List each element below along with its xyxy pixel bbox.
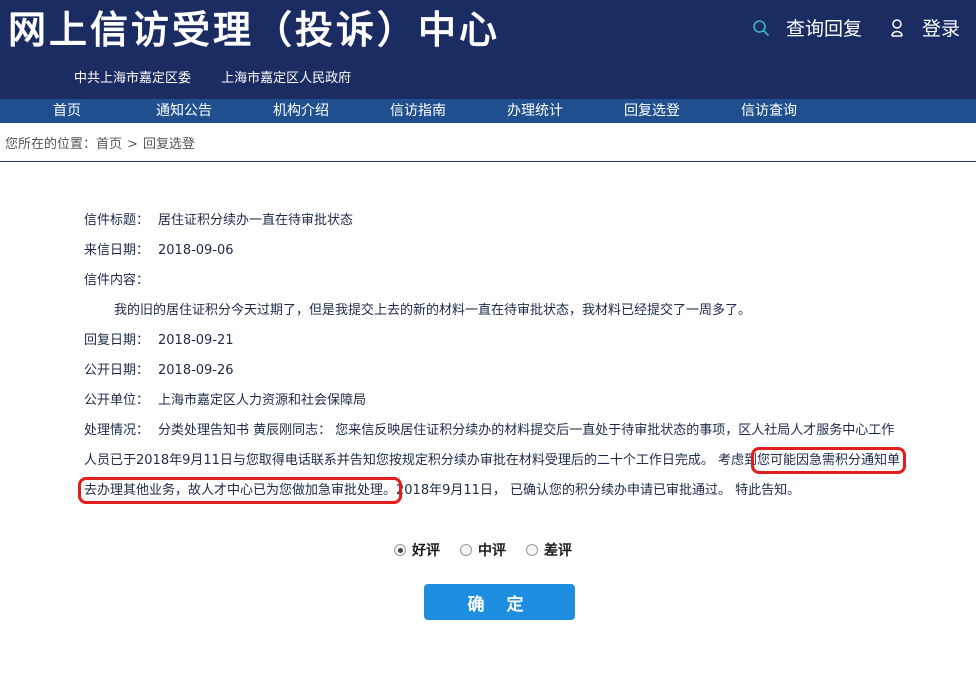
letter-title: 居住证积分续办一直在待审批状态: [158, 213, 354, 228]
organizer-district-government: 上海市嘉定区人民政府: [221, 71, 352, 86]
nav-item-statistics[interactable]: 办理统计: [507, 99, 563, 123]
rating-group: 好评 中评 差评: [394, 540, 592, 560]
rating-good-label: 好评: [412, 543, 440, 559]
nav-item-notices[interactable]: 通知公告: [156, 99, 212, 123]
rating-option-average[interactable]: 中评: [460, 540, 506, 560]
search-icon: [750, 17, 772, 39]
public-unit-label: 公开单位：: [84, 393, 150, 408]
breadcrumb-separator: >: [127, 137, 138, 152]
confirm-button[interactable]: 确 定: [424, 584, 575, 620]
rating-option-good[interactable]: 好评: [394, 540, 440, 560]
nav-item-home[interactable]: 首页: [53, 99, 81, 123]
letter-content-label: 信件内容：: [84, 273, 150, 288]
breadcrumb-divider: [0, 161, 976, 162]
login-label: 登录: [921, 18, 960, 40]
reply-date: 2018-09-21: [158, 333, 234, 348]
radio-poor[interactable]: [526, 544, 538, 556]
organizer-district-committee: 中共上海市嘉定区委: [74, 71, 192, 86]
public-date-row: 公开日期： 2018-09-26: [84, 356, 904, 386]
handling-label: 处理情况：: [84, 423, 150, 438]
letter-date-label: 来信日期：: [84, 243, 150, 258]
user-icon: [886, 17, 908, 39]
organizer-list: 中共上海市嘉定区委 上海市嘉定区人民政府: [74, 67, 377, 86]
radio-good[interactable]: [394, 544, 406, 556]
site-title: 网上信访受理（投诉）中心: [8, 8, 501, 52]
letter-detail: 信件标题： 居住证积分续办一直在待审批状态 来信日期： 2018-09-06 信件内…: [77, 206, 907, 506]
site-header: 网上信访受理（投诉）中心 中共上海市嘉定区委 上海市嘉定区人民政府 查询回复 登…: [0, 0, 976, 99]
rating-poor-label: 差评: [544, 543, 572, 559]
reply-date-label: 回复日期：: [84, 333, 150, 348]
nav-item-query[interactable]: 信访查询: [741, 99, 797, 123]
letter-date: 2018-09-06: [158, 243, 234, 258]
login-link[interactable]: 登录: [886, 14, 960, 41]
letter-date-row: 来信日期： 2018-09-06: [84, 236, 904, 266]
breadcrumb-home[interactable]: 首页: [96, 137, 122, 152]
handling-conclusion: 2018年9月11日， 已确认您的积分续办申请已审批通过。 特此告知。: [396, 483, 801, 498]
breadcrumb-current[interactable]: 回复选登: [143, 137, 195, 152]
handling-section: 处理情况： 分类处理告知书 黄辰刚同志： 您来信反映居住证积分续办的材料提交后一直…: [77, 416, 907, 506]
letter-title-label: 信件标题：: [84, 213, 150, 228]
nav-item-guide[interactable]: 信访指南: [390, 99, 446, 123]
breadcrumb-prefix: 您所在的位置：: [5, 137, 97, 152]
letter-content-row: 信件内容：: [84, 266, 904, 296]
rating-option-poor[interactable]: 差评: [526, 540, 572, 560]
main-nav: 首页 通知公告 机构介绍 信访指南 办理统计 回复选登 信访查询: [0, 99, 976, 123]
nav-item-replies[interactable]: 回复选登: [624, 99, 680, 123]
rating-average-label: 中评: [478, 543, 506, 559]
breadcrumb: 您所在的位置：首页 > 回复选登: [5, 133, 195, 152]
query-reply-link[interactable]: 查询回复: [750, 14, 862, 41]
radio-average[interactable]: [460, 544, 472, 556]
nav-item-organization[interactable]: 机构介绍: [273, 99, 329, 123]
reply-date-row: 回复日期： 2018-09-21: [84, 326, 904, 356]
public-date: 2018-09-26: [158, 363, 234, 378]
top-actions: 查询回复 登录: [750, 14, 960, 41]
public-date-label: 公开日期：: [84, 363, 150, 378]
letter-title-row: 信件标题： 居住证积分续办一直在待审批状态: [84, 206, 904, 236]
public-unit: 上海市嘉定区人力资源和社会保障局: [158, 393, 367, 408]
letter-content: 我的旧的居住证积分今天过期了，但是我提交上去的新的材料一直在待审批状态，我材料已…: [114, 303, 752, 318]
query-reply-label: 查询回复: [785, 18, 862, 40]
public-unit-row: 公开单位： 上海市嘉定区人力资源和社会保障局: [84, 386, 904, 416]
